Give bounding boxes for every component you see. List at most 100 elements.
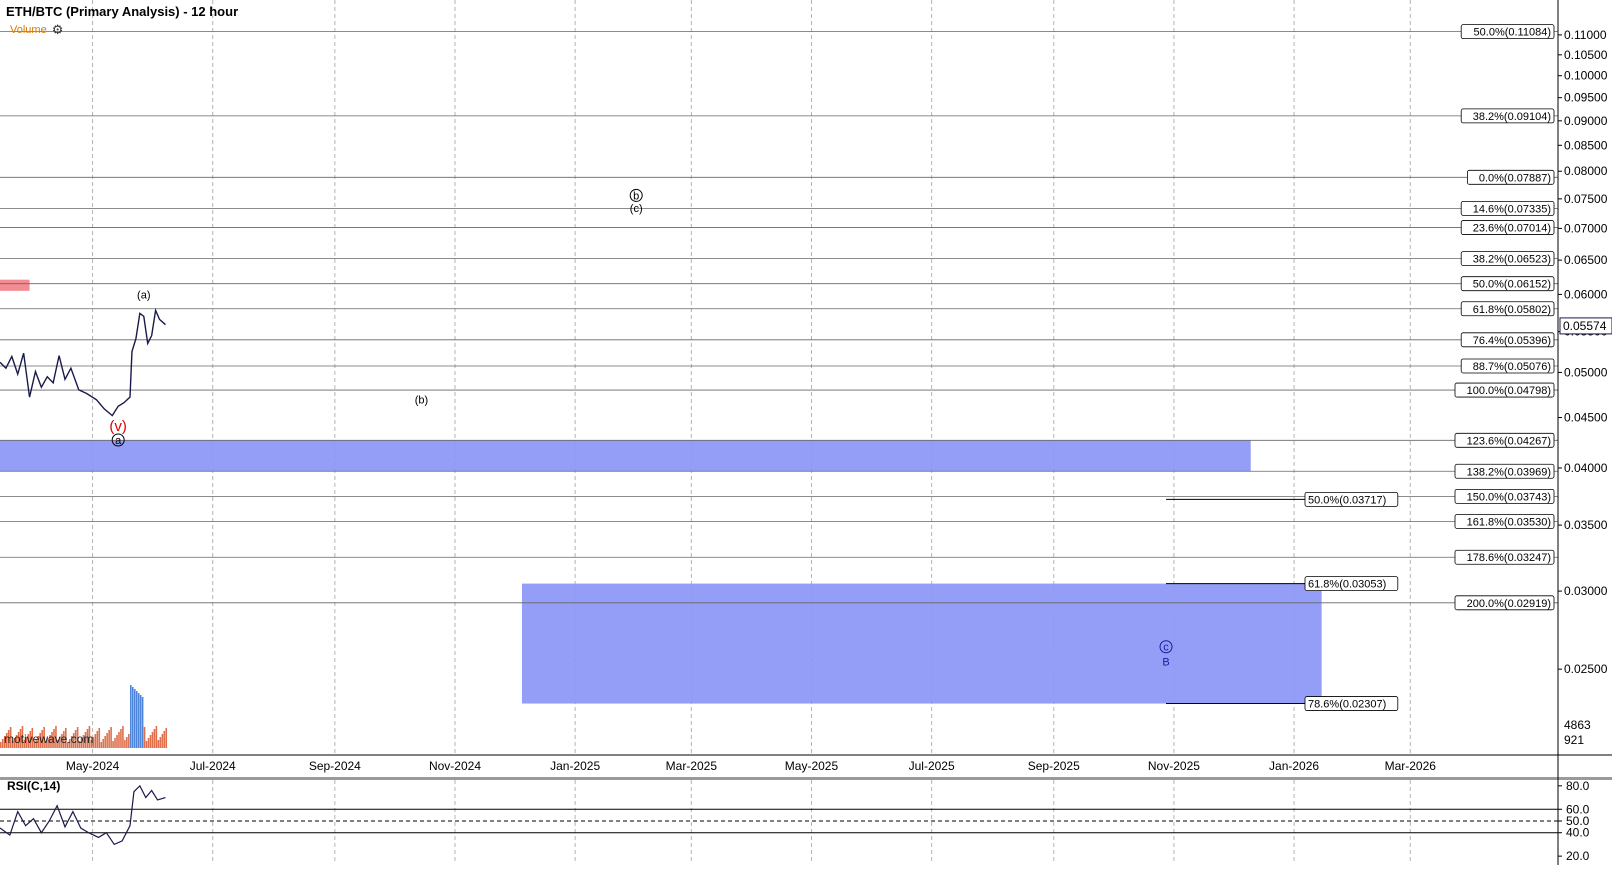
volume-bar <box>114 738 116 748</box>
fib-level-label: 50.0%(0.11084) <box>1460 24 1555 40</box>
fib-level-label: 38.2%(0.06523) <box>1460 251 1555 267</box>
chart-canvas[interactable]: 50.0%(0.11084) 38.2%(0.09104) 0.0%(0.07887… <box>0 0 1612 865</box>
y-axis-tick-label: 0.03000 <box>1564 584 1608 598</box>
fib-label-text: 14.6%(0.07335) <box>1473 203 1551 215</box>
y-axis-tick-label: 0.05000 <box>1564 365 1608 379</box>
volume-bar <box>120 729 122 748</box>
y-axis-tick-label: 0.07000 <box>1564 221 1608 235</box>
watermark: motivewave.com <box>4 732 94 746</box>
volume-bar <box>163 731 166 748</box>
fib-label-text: 50.0%(0.06152) <box>1473 279 1551 291</box>
fib-level-label: 50.0%(0.06152) <box>1460 276 1555 292</box>
volume-bar <box>124 740 126 748</box>
fib-level-label: 23.6%(0.07014) <box>1460 220 1555 235</box>
wave-label: (a) <box>137 290 150 302</box>
y-axis-tick-label: 0.11000 <box>1564 28 1607 42</box>
rsi-axis-tick-label: 20.0 <box>1566 849 1590 863</box>
extension-label-text: 50.0%(0.03717) <box>1308 494 1386 506</box>
y-axis-tick-label: 0.06000 <box>1564 287 1608 301</box>
wave-label: a <box>115 435 122 447</box>
x-axis-tick-label: Sep-2024 <box>309 759 361 773</box>
volume-bar <box>151 732 154 748</box>
x-axis-tick-label: Jul-2024 <box>190 759 236 773</box>
fib-label-text: 38.2%(0.06523) <box>1473 254 1551 266</box>
rsi-axis-tick-label: 40.0 <box>1566 826 1590 840</box>
wave-label: (c) <box>630 203 643 215</box>
wave-label: c <box>1163 642 1169 654</box>
y-axis-tick-label: 0.04500 <box>1564 411 1608 425</box>
x-axis-tick-label: Jan-2026 <box>1269 759 1319 773</box>
fib-label-text: 161.8%(0.03530) <box>1467 516 1551 528</box>
volume-axis-label: 4863 <box>1564 718 1591 732</box>
volume-bar <box>137 693 140 748</box>
wave-label: B <box>1162 657 1169 669</box>
chart-window: 50.0%(0.11084) 38.2%(0.09104) 0.0%(0.07887… <box>0 0 1612 865</box>
upper-support-zone <box>0 440 1251 472</box>
volume-bar <box>116 735 118 748</box>
resistance-marker <box>0 279 30 291</box>
fib-label-text: 38.2%(0.09104) <box>1473 111 1551 123</box>
extension-label-text: 61.8%(0.03053) <box>1308 579 1386 591</box>
last-price-label: 0.05574 <box>1563 319 1607 333</box>
volume-label[interactable]: Volume <box>10 24 47 36</box>
volume-bar <box>102 739 105 748</box>
fib-label-text: 61.8%(0.05802) <box>1473 304 1551 316</box>
volume-bar <box>122 726 124 748</box>
volume-bar <box>96 731 99 748</box>
fib-level-label: 100.0%(0.04798) <box>1454 382 1555 398</box>
y-axis-tick-label: 0.08500 <box>1564 138 1608 152</box>
volume-bar <box>104 736 106 748</box>
gear-icon[interactable]: ⚙ <box>52 22 64 38</box>
fib-level-label: 123.6%(0.04267) <box>1454 432 1555 448</box>
fib-label-text: 76.4%(0.05396) <box>1473 335 1551 347</box>
volume-bar <box>143 727 146 748</box>
wave-label: (b) <box>415 394 428 406</box>
y-axis-tick-label: 0.07500 <box>1564 192 1608 206</box>
fib-level-label: 38.2%(0.09104) <box>1460 108 1555 124</box>
fib-level-label: 200.0%(0.02919) <box>1454 595 1555 611</box>
y-axis-tick-label: 0.10000 <box>1564 69 1608 83</box>
fib-level-label: 0.0%(0.07887) <box>1467 169 1555 185</box>
volume-axis-label: 921 <box>1564 733 1584 747</box>
volume-indicator: Volume ⚙ <box>10 22 63 38</box>
fib-label-text: 23.6%(0.07014) <box>1473 223 1551 235</box>
fib-label-text: 100.0%(0.04798) <box>1467 385 1551 397</box>
volume-bar <box>112 741 114 748</box>
fib-level-label: 161.8%(0.03530) <box>1454 514 1555 529</box>
volume-bar <box>108 730 110 748</box>
rsi-axis-tick-label: 80.0 <box>1566 779 1590 793</box>
x-axis-tick-label: Nov-2024 <box>429 759 481 773</box>
y-axis-tick-label: 0.09500 <box>1564 91 1608 105</box>
rsi-label[interactable]: RSI(C,14) <box>7 779 60 793</box>
fib-level-label: 61.8%(0.05802) <box>1460 301 1555 317</box>
volume-bar <box>165 728 168 748</box>
x-axis-tick-label: Sep-2025 <box>1028 759 1080 773</box>
volume-bar <box>141 697 144 748</box>
x-axis-tick-label: Jan-2025 <box>550 759 600 773</box>
volume-bar <box>98 728 101 748</box>
target-zone <box>521 583 1322 704</box>
volume-bar <box>100 742 103 748</box>
fib-label-text: 0.0%(0.07887) <box>1479 172 1551 184</box>
fib-level-label: 178.6%(0.03247) <box>1454 549 1555 565</box>
volume-bar <box>133 689 136 748</box>
fib-label-text: 123.6%(0.04267) <box>1467 435 1551 447</box>
pane-divider <box>0 777 1612 780</box>
volume-bar <box>126 737 128 748</box>
fib-level-label: 14.6%(0.07335) <box>1460 200 1555 216</box>
wave-label: (v) <box>109 418 127 435</box>
fib-label-text: 200.0%(0.02919) <box>1467 598 1551 610</box>
x-axis-tick-label: Nov-2025 <box>1148 759 1200 773</box>
volume-bar <box>161 734 164 748</box>
volume-bar <box>155 726 158 748</box>
volume-bar <box>145 741 148 748</box>
fib-level-label: 150.0%(0.03743) <box>1454 488 1555 504</box>
fib-label-text: 178.6%(0.03247) <box>1467 552 1551 564</box>
volume-bar <box>139 695 142 748</box>
extension-label-text: 78.6%(0.02307) <box>1308 699 1386 711</box>
volume-bar <box>153 729 156 748</box>
y-axis-tick-label: 0.04000 <box>1564 461 1608 475</box>
y-axis-tick-label: 0.06500 <box>1564 253 1608 267</box>
wave-label: b <box>633 190 639 202</box>
fib-level-label: 88.7%(0.05076) <box>1460 358 1555 374</box>
